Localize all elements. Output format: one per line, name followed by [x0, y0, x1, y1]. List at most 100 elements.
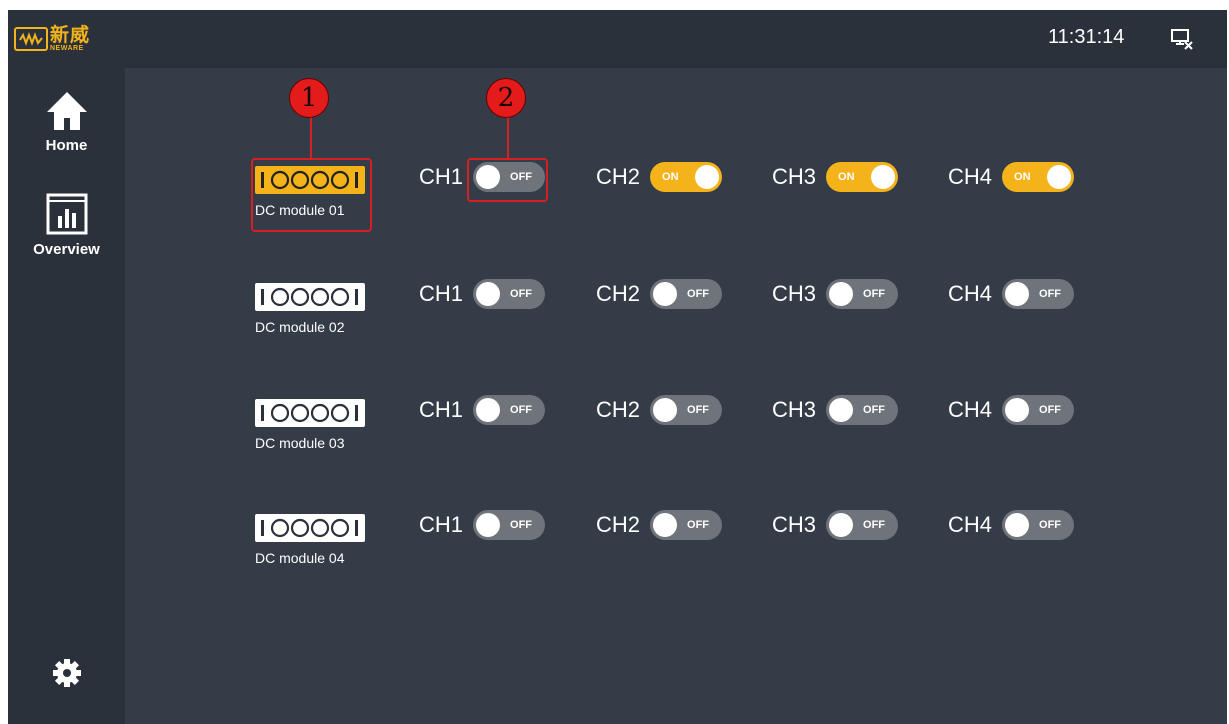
channel-toggle[interactable]: OFF [1002, 395, 1075, 425]
toggle-knob [476, 398, 501, 422]
toggle-state-text: OFF [510, 404, 533, 416]
channel-toggle[interactable]: ON [650, 162, 723, 192]
channel-label: CH4 [948, 281, 993, 306]
channel-label: CH2 [596, 281, 641, 306]
channel-4-row: CH4 OFF [948, 279, 1075, 309]
channel-toggle[interactable]: ON [1002, 162, 1075, 192]
channel-label: CH4 [948, 397, 993, 422]
module-label: DC module 03 [255, 435, 345, 451]
logo-cn-text: 新威 [50, 25, 91, 46]
sidebar: Home Overview [8, 68, 125, 724]
toggle-knob [829, 282, 854, 306]
channel-label: CH2 [596, 512, 641, 537]
channel-label: CH1 [419, 164, 464, 189]
toggle-state-text: OFF [687, 519, 710, 531]
channel-label: CH1 [419, 281, 464, 306]
channel-label: CH4 [948, 164, 993, 189]
channel-toggle[interactable]: OFF [1002, 510, 1075, 540]
channel-4-row: CH4 OFF [948, 395, 1075, 425]
bar-chart-icon [46, 193, 87, 235]
channel-toggle[interactable]: OFF [473, 510, 546, 540]
toggle-state-text: OFF [687, 288, 710, 300]
toggle-knob [476, 282, 501, 306]
module-status-icon[interactable] [255, 399, 365, 427]
top-bar: 新威 NEWARE 11:31:14 [8, 10, 1227, 68]
toggle-state-text: OFF [1039, 404, 1062, 416]
channel-toggle[interactable]: OFF [1002, 279, 1075, 309]
settings-button[interactable] [8, 658, 125, 693]
channel-4-row: CH4 OFF [948, 510, 1075, 540]
callout-marker-1: 1 [289, 78, 329, 118]
channel-2-row: CH2 OFF [596, 279, 723, 309]
channel-2-row: CH2 ON [596, 162, 723, 192]
sidebar-item-home[interactable]: Home [8, 90, 125, 154]
toggle-knob [653, 513, 678, 537]
channel-toggle[interactable]: OFF [650, 395, 723, 425]
callout-box-2 [467, 158, 548, 202]
toggle-state-text: OFF [863, 519, 886, 531]
toggle-state-text: OFF [863, 404, 886, 416]
toggle-knob [653, 398, 678, 422]
channel-label: CH2 [596, 164, 641, 189]
channel-2-row: CH2 OFF [596, 395, 723, 425]
channel-1-row: CH1 OFF [419, 510, 546, 540]
channel-3-row: CH3 OFF [772, 395, 899, 425]
clock: 11:31:14 [1048, 26, 1125, 48]
toggle-state-text: OFF [1039, 288, 1062, 300]
callout-box-1 [251, 158, 372, 232]
app-window: 新威 NEWARE 11:31:14 Home Overview DC modu… [8, 10, 1227, 724]
channel-toggle[interactable]: ON [826, 162, 899, 192]
toggle-knob [476, 513, 501, 537]
callout-line-1 [310, 114, 312, 158]
sidebar-item-overview[interactable]: Overview [8, 192, 125, 258]
channel-label: CH3 [772, 164, 817, 189]
channel-label: CH1 [419, 397, 464, 422]
channel-toggle[interactable]: OFF [826, 510, 899, 540]
toggle-knob [653, 282, 678, 306]
channel-label: CH1 [419, 512, 464, 537]
sidebar-item-label: Overview [33, 241, 100, 258]
channel-1-row: CH1 OFF [419, 395, 546, 425]
channel-label: CH3 [772, 281, 817, 306]
sidebar-item-label: Home [45, 137, 88, 154]
module-label: DC module 04 [255, 550, 345, 566]
channel-label: CH4 [948, 512, 993, 537]
channel-toggle[interactable]: OFF [826, 279, 899, 309]
network-disconnected-icon[interactable] [1170, 28, 1194, 50]
channel-3-row: CH3 ON [772, 162, 899, 192]
toggle-knob [695, 165, 720, 189]
channel-label: CH3 [772, 512, 817, 537]
home-icon [46, 92, 87, 130]
toggle-state-text: ON [662, 171, 679, 183]
neware-logo: 新威 NEWARE [14, 24, 120, 54]
channel-toggle[interactable]: OFF [473, 395, 546, 425]
channel-2-row: CH2 OFF [596, 510, 723, 540]
toggle-state-text: OFF [687, 404, 710, 416]
channel-1-row: CH1 OFF [419, 279, 546, 309]
channel-label: CH2 [596, 397, 641, 422]
channel-3-row: CH3 OFF [772, 510, 899, 540]
toggle-state-text: OFF [1039, 519, 1062, 531]
logo-en-text: NEWARE [50, 45, 84, 52]
toggle-state-text: OFF [510, 288, 533, 300]
toggle-knob [829, 513, 854, 537]
callout-line-2 [507, 114, 509, 158]
toggle-knob [1005, 398, 1030, 422]
channel-toggle[interactable]: OFF [826, 395, 899, 425]
toggle-knob [1005, 513, 1030, 537]
logo-mark-icon [14, 27, 48, 51]
module-label: DC module 02 [255, 319, 345, 335]
gear-icon [52, 659, 81, 687]
toggle-knob [1005, 282, 1030, 306]
module-status-icon[interactable] [255, 514, 365, 542]
toggle-knob [829, 398, 854, 422]
channel-4-row: CH4 ON [948, 162, 1075, 192]
channel-toggle[interactable]: OFF [650, 510, 723, 540]
module-status-icon[interactable] [255, 283, 365, 311]
toggle-knob [1047, 165, 1072, 189]
channel-toggle[interactable]: OFF [473, 279, 546, 309]
toggle-state-text: OFF [510, 519, 533, 531]
toggle-state-text: ON [838, 171, 855, 183]
callout-marker-2: 2 [486, 78, 526, 118]
channel-toggle[interactable]: OFF [650, 279, 723, 309]
